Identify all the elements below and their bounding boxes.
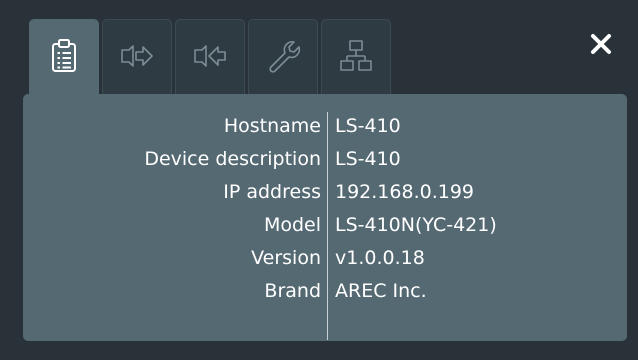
info-row-hostname: Hostname LS-410 — [23, 110, 627, 143]
info-row-model: Model LS-410N(YC-421) — [23, 209, 627, 242]
wrench-icon — [263, 36, 303, 76]
info-label: Hostname — [223, 115, 321, 137]
info-row-ip-address: IP address 192.168.0.199 — [23, 176, 627, 209]
info-row-version: Version v1.0.0.18 — [23, 242, 627, 275]
close-button[interactable] — [586, 29, 616, 59]
info-value: AREC Inc. — [335, 280, 427, 302]
info-value: LS-410 — [335, 148, 401, 170]
info-value: 192.168.0.199 — [335, 181, 475, 203]
info-value: LS-410N(YC-421) — [335, 214, 497, 236]
device-info-panel: Hostname LS-410 Device description LS-41… — [23, 94, 627, 341]
arrow-right-icon — [117, 36, 157, 76]
tab-bar — [29, 19, 394, 95]
info-table: Hostname LS-410 Device description LS-41… — [23, 110, 627, 340]
info-row-device-description: Device description LS-410 — [23, 143, 627, 176]
tab-network[interactable] — [321, 19, 391, 94]
info-label: Device description — [144, 148, 321, 170]
info-value: v1.0.0.18 — [335, 247, 425, 269]
tab-settings[interactable] — [248, 19, 318, 94]
network-icon — [336, 36, 376, 76]
tab-device-info[interactable] — [29, 19, 99, 95]
info-row-brand: Brand AREC Inc. — [23, 275, 627, 308]
tab-output[interactable] — [102, 19, 172, 94]
info-label: Brand — [264, 280, 321, 302]
close-icon — [586, 29, 616, 59]
info-label: IP address — [223, 181, 321, 203]
clipboard-icon — [44, 36, 84, 76]
arrow-left-icon — [190, 36, 230, 76]
info-label: Version — [251, 247, 321, 269]
info-value: LS-410 — [335, 115, 401, 137]
info-label: Model — [263, 214, 321, 236]
tab-input[interactable] — [175, 19, 245, 94]
